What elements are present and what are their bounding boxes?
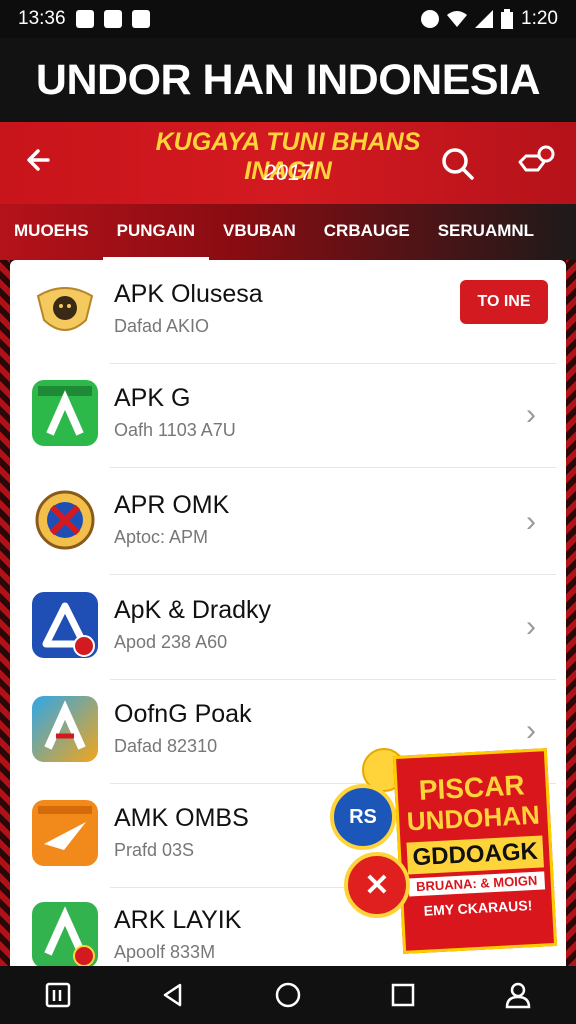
- app-subtitle: Prafd 03S: [114, 840, 195, 860]
- wifi-icon: [447, 11, 468, 27]
- tab-muoehs[interactable]: MUOEHS: [0, 204, 103, 260]
- tab-vbuban[interactable]: VBUBAN: [209, 204, 310, 260]
- app-subtitle: Oafh 1103 A7U: [114, 420, 236, 440]
- category-tabs: MUOEHS PUNGAIN VBUBAN CRBAUGE SERUAMNL: [0, 204, 576, 260]
- garuda-app-icon: [32, 276, 98, 342]
- badge-app-icon: [32, 487, 98, 553]
- alarm-icon: [421, 10, 440, 28]
- divider: [110, 574, 556, 575]
- overview-icon[interactable]: [383, 975, 423, 1015]
- chevron-right-icon: ›: [526, 610, 536, 643]
- notification-app-icon: [75, 10, 94, 28]
- list-item[interactable]: APR OMK Aptoc: APM ›: [10, 471, 566, 575]
- home-icon[interactable]: [268, 975, 308, 1015]
- navigation-bar: [0, 966, 576, 1024]
- tab-pungain[interactable]: PUNGAIN: [102, 204, 210, 260]
- back-icon[interactable]: [153, 975, 193, 1015]
- tab-crbauge[interactable]: CRBAUGE: [310, 204, 424, 260]
- app-subtitle: Dafad AKIO: [114, 316, 210, 336]
- headline: UNDOR HAN INDONESIA: [0, 38, 576, 122]
- app-name: AMK OMBS: [114, 804, 249, 832]
- status-bar: 13:36 1:20: [0, 0, 576, 38]
- app-name: APK G: [114, 384, 191, 412]
- divider: [110, 467, 556, 468]
- promo-line: EMY CKARAUS!: [423, 897, 533, 919]
- promo-line: GDDOAGK: [406, 835, 544, 875]
- chevron-right-icon: ›: [526, 398, 536, 431]
- app-subtitle: Dafad 82310: [114, 736, 218, 756]
- app-subtitle: Aptoc: APM: [114, 527, 209, 547]
- promo-line: UNDOHAN: [406, 799, 541, 837]
- profile-icon[interactable]: [498, 975, 538, 1015]
- battery-icon: [501, 9, 514, 29]
- decorative-border: [566, 260, 576, 966]
- blue-a-app-icon: [32, 592, 98, 658]
- list-item[interactable]: APK Olusesa Dafad AKIO TO INE: [10, 260, 566, 364]
- decorative-border: [0, 260, 10, 966]
- colorful-a-app-icon: [32, 696, 98, 762]
- app-bar: KUGAYA TUNI BHANS INAGIN 2017: [0, 122, 576, 204]
- app-name: ARK LAYIK: [114, 906, 242, 934]
- green-a-app-icon: [32, 380, 98, 446]
- notification-app-icon: [103, 10, 122, 28]
- promo-line: BRUANA: & MOIGN: [408, 871, 546, 897]
- back-arrow-icon[interactable]: [20, 144, 56, 180]
- signal-icon: [475, 10, 494, 28]
- orange-arrow-app-icon: [32, 800, 98, 866]
- promo-banner[interactable]: PISCAR UNDOHAN GDDOAGK BRUANA: & MOIGN E…: [392, 748, 558, 954]
- app-name: APK Olusesa: [114, 280, 263, 308]
- recent-apps-icon[interactable]: [38, 975, 78, 1015]
- list-item[interactable]: ApK & Dradky Apod 238 A60 ›: [10, 576, 566, 680]
- chevron-right-icon: ›: [526, 505, 536, 538]
- app-subtitle: Apod 238 A60: [114, 632, 228, 652]
- status-clock: 1:20: [521, 8, 558, 29]
- tab-seruamnl[interactable]: SERUAMNL: [424, 204, 548, 260]
- app-bar-subtitle: 2017: [263, 160, 313, 185]
- chevron-right-icon: ›: [526, 714, 536, 747]
- status-time: 13:36: [18, 8, 66, 29]
- install-button[interactable]: TO INE: [460, 280, 548, 324]
- app-subtitle: Apoolf 833M: [114, 942, 216, 962]
- notification-icon[interactable]: [516, 144, 556, 182]
- list-item[interactable]: APK G Oafh 1103 A7U ›: [10, 364, 566, 468]
- search-icon[interactable]: [440, 146, 476, 182]
- app-name: APR OMK: [114, 491, 230, 519]
- app-name: ApK & Dradky: [114, 596, 272, 624]
- promo-cross-icon: ✕: [344, 852, 410, 918]
- green-app-icon: [32, 902, 98, 966]
- notification-app-icon: [131, 10, 150, 28]
- promo-badge: RS: [330, 784, 396, 850]
- app-name: OofnG Poak: [114, 700, 252, 728]
